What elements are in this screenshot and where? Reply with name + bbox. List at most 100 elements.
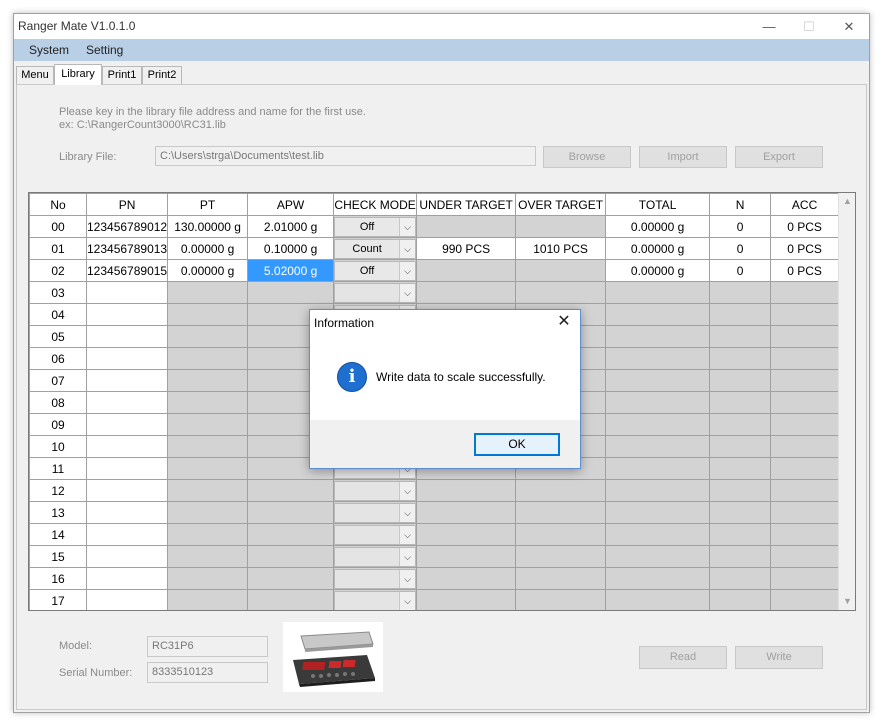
cell-mode[interactable]: ⌵ [333, 545, 418, 568]
scroll-down-icon[interactable]: ▼ [839, 593, 855, 610]
cell-pn[interactable] [85, 479, 169, 502]
table-row[interactable]: 01 123456789013 0.00000 g 0.10000 g Count ⌵ 99… [29, 237, 840, 260]
cell-n[interactable] [709, 413, 772, 436]
cell-pn[interactable] [85, 567, 169, 590]
table-row[interactable]: 16 ⌵ [29, 567, 840, 590]
cell-pn[interactable] [85, 457, 169, 480]
cell-under[interactable] [416, 523, 517, 546]
tab-library[interactable]: Library [54, 64, 102, 85]
cell-mode[interactable]: ⌵ [333, 523, 418, 546]
cell-no[interactable]: 17 [29, 589, 87, 610]
cell-apw[interactable] [247, 545, 335, 568]
cell-no[interactable]: 14 [29, 523, 87, 546]
chevron-down-icon[interactable]: ⌵ [399, 503, 416, 522]
cell-no[interactable]: 12 [29, 479, 87, 502]
cell-under[interactable] [416, 479, 517, 502]
cell-acc[interactable] [770, 413, 840, 436]
cell-total[interactable] [605, 435, 711, 458]
cell-pt[interactable] [167, 589, 249, 610]
cell-acc[interactable] [770, 589, 840, 610]
cell-acc[interactable] [770, 391, 840, 414]
cell-under[interactable] [416, 589, 517, 610]
cell-no[interactable]: 06 [29, 347, 87, 370]
cell-n[interactable] [709, 391, 772, 414]
cell-no[interactable]: 01 [29, 237, 87, 260]
check-mode-dropdown[interactable]: Off ⌵ [334, 216, 416, 237]
cell-check-mode[interactable]: Count ⌵ [333, 237, 418, 260]
cell-pn[interactable] [85, 413, 169, 436]
tab-print2[interactable]: Print2 [142, 66, 182, 85]
cell-n[interactable] [709, 347, 772, 370]
chevron-down-icon[interactable]: ⌵ [399, 283, 416, 302]
cell-pt[interactable] [167, 413, 249, 436]
cell-pt[interactable] [167, 325, 249, 348]
cell-total[interactable] [605, 589, 711, 610]
cell-no[interactable]: 08 [29, 391, 87, 414]
cell-pt[interactable]: 0.00000 g [167, 237, 249, 260]
check-mode-dropdown[interactable]: ⌵ [334, 502, 416, 523]
check-mode-dropdown[interactable]: ⌵ [334, 568, 416, 589]
column-header[interactable]: ACC [770, 193, 840, 216]
cell-apw[interactable]: 2.01000 g [247, 215, 335, 238]
cell-over[interactable] [515, 501, 607, 524]
cell-under[interactable] [416, 259, 517, 282]
cell-acc[interactable]: 0 PCS [770, 215, 840, 238]
cell-under[interactable] [416, 501, 517, 524]
cell-pt[interactable] [167, 545, 249, 568]
cell-apw[interactable] [247, 501, 335, 524]
chevron-down-icon[interactable]: ⌵ [399, 217, 416, 236]
cell-no[interactable]: 00 [29, 215, 87, 238]
library-file-input[interactable]: C:\Users\strga\Documents\test.lib [155, 146, 536, 166]
check-mode-dropdown[interactable]: ⌵ [334, 480, 416, 501]
cell-pn[interactable] [85, 391, 169, 414]
cell-acc[interactable] [770, 435, 840, 458]
cell-mode[interactable]: ⌵ [333, 479, 418, 502]
chevron-down-icon[interactable]: ⌵ [399, 261, 416, 280]
dialog-close-icon[interactable]: ✕ [554, 312, 574, 332]
chevron-down-icon[interactable]: ⌵ [399, 547, 416, 566]
cell-pn[interactable] [85, 435, 169, 458]
cell-no[interactable]: 09 [29, 413, 87, 436]
chevron-down-icon[interactable]: ⌵ [399, 239, 416, 258]
cell-total[interactable] [605, 369, 711, 392]
cell-acc[interactable]: 0 PCS [770, 237, 840, 260]
check-mode-dropdown[interactable]: ⌵ [334, 282, 416, 303]
column-header[interactable]: APW [247, 193, 335, 216]
cell-total[interactable] [605, 523, 711, 546]
cell-no[interactable]: 11 [29, 457, 87, 480]
cell-acc[interactable] [770, 501, 840, 524]
browse-button[interactable]: Browse [543, 146, 631, 168]
cell-acc[interactable] [770, 479, 840, 502]
chevron-down-icon[interactable]: ⌵ [399, 591, 416, 610]
cell-pn[interactable] [85, 303, 169, 326]
cell-total[interactable]: 0.00000 g [605, 215, 711, 238]
cell-pt[interactable]: 0.00000 g [167, 259, 249, 282]
chevron-down-icon[interactable]: ⌵ [399, 569, 416, 588]
cell-n[interactable] [709, 457, 772, 480]
check-mode-dropdown[interactable]: Count ⌵ [334, 238, 416, 259]
cell-pn[interactable] [85, 281, 169, 304]
cell-pt[interactable] [167, 457, 249, 480]
chevron-down-icon[interactable]: ⌵ [399, 481, 416, 500]
column-header[interactable]: OVER TARGET [515, 193, 607, 216]
export-button[interactable]: Export [735, 146, 823, 168]
cell-no[interactable]: 07 [29, 369, 87, 392]
cell-pn[interactable] [85, 589, 169, 610]
cell-pt[interactable] [167, 281, 249, 304]
cell-no[interactable]: 13 [29, 501, 87, 524]
table-row[interactable]: 17 ⌵ [29, 589, 840, 610]
minimize-button[interactable]: — [749, 14, 789, 39]
cell-pt[interactable] [167, 479, 249, 502]
cell-pt[interactable] [167, 501, 249, 524]
cell-n[interactable] [709, 567, 772, 590]
cell-n[interactable]: 0 [709, 237, 772, 260]
cell-total[interactable] [605, 303, 711, 326]
cell-mode[interactable]: ⌵ [333, 589, 418, 610]
column-header[interactable]: No [29, 193, 87, 216]
ok-button[interactable]: OK [474, 433, 560, 456]
table-row[interactable]: 00 123456789012 130.00000 g 2.01000 g Off ⌵ 0.… [29, 215, 840, 238]
cell-no[interactable]: 02 [29, 259, 87, 282]
cell-over[interactable] [515, 567, 607, 590]
cell-acc[interactable] [770, 545, 840, 568]
table-row[interactable]: 02 123456789015 0.00000 g 5.02000 g Off ⌵ 0.00… [29, 259, 840, 282]
